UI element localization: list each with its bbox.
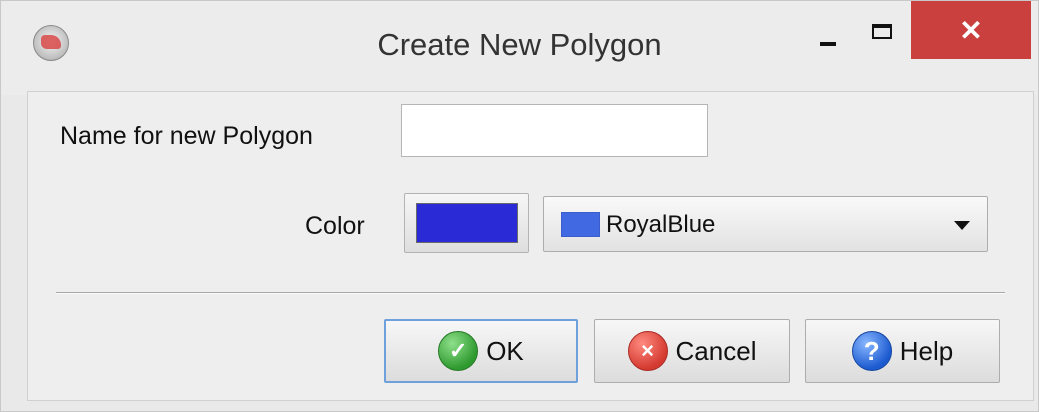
- ok-button[interactable]: ✓ OK: [384, 319, 578, 383]
- color-dropdown[interactable]: RoyalBlue: [543, 196, 988, 252]
- dropdown-arrow-icon: [954, 221, 970, 230]
- minimize-icon: [820, 42, 836, 46]
- help-button[interactable]: ? Help: [805, 319, 1000, 383]
- minimize-button[interactable]: [803, 9, 853, 69]
- check-icon: ✓: [438, 331, 479, 371]
- name-label: Name for new Polygon: [60, 122, 313, 150]
- color-picker-button[interactable]: [404, 193, 529, 253]
- color-label: Color: [305, 212, 365, 240]
- help-icon: ?: [851, 331, 892, 371]
- cancel-icon: ×: [627, 331, 668, 371]
- cancel-button[interactable]: × Cancel: [594, 319, 790, 383]
- help-button-label: Help: [899, 335, 954, 366]
- title-bar: Create New Polygon ✕: [1, 1, 1038, 95]
- selected-color-name: RoyalBlue: [606, 211, 716, 238]
- close-icon: ✕: [959, 14, 983, 46]
- dialog-window: Create New Polygon ✕ Name for new Polygo…: [0, 0, 1039, 412]
- polygon-name-input[interactable]: [401, 104, 708, 157]
- ok-button-label: OK: [486, 335, 524, 366]
- maximize-icon: [872, 23, 892, 39]
- color-swatch: [415, 203, 518, 243]
- cancel-button-label: Cancel: [675, 335, 757, 366]
- dialog-content: Name for new Polygon Color RoyalBlue ✓ O…: [27, 91, 1034, 401]
- close-button[interactable]: ✕: [911, 1, 1031, 59]
- maximize-button[interactable]: [857, 1, 907, 61]
- selected-color-swatch: [561, 212, 600, 237]
- divider: [56, 292, 1005, 294]
